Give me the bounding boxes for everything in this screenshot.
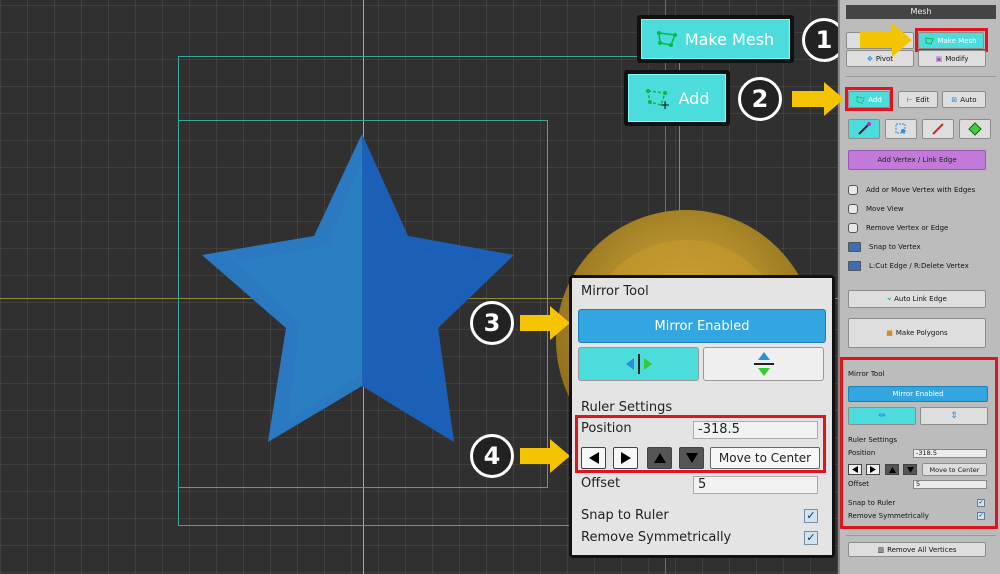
inspector-remove-sym-label: Remove Symmetrically bbox=[848, 512, 929, 520]
trash-icon: ▥ bbox=[877, 545, 885, 554]
add-highlight-box bbox=[845, 87, 893, 111]
mirror-enabled-button[interactable]: Mirror Enabled bbox=[578, 309, 826, 343]
ruler-settings-title: Ruler Settings bbox=[581, 400, 673, 415]
make-polygons-icon: ■ bbox=[886, 329, 893, 337]
inspector-header: Mesh bbox=[846, 5, 996, 19]
vertical-mirror-icon: ⇕ bbox=[950, 411, 958, 421]
triangle-down-icon bbox=[906, 466, 914, 473]
make-mesh-label: Make Mesh bbox=[684, 29, 775, 49]
arrow-step-2 bbox=[792, 82, 844, 116]
inspector-remove-sym-checkbox[interactable]: ✓ bbox=[977, 512, 985, 520]
mouse-right-icon bbox=[848, 223, 858, 233]
step-3-badge: 3 bbox=[470, 301, 514, 345]
inspector-move-down[interactable] bbox=[903, 464, 917, 475]
inspector-offset-field[interactable]: 5 bbox=[913, 480, 987, 489]
step-4-badge: 4 bbox=[470, 434, 514, 478]
make-mesh-callout: Make Mesh bbox=[637, 15, 794, 63]
hint-snap: Snap to Vertex bbox=[848, 242, 921, 252]
add-vertex-link-edge-button[interactable]: Add Vertex / Link Edge bbox=[848, 150, 986, 170]
vertical-mirror-icon bbox=[753, 352, 774, 376]
remove-symmetrically-checkbox[interactable]: ✓ bbox=[804, 531, 818, 545]
remove-all-vertices-button[interactable]: ▥ Remove All Vertices bbox=[848, 542, 986, 557]
mouse-middle-icon bbox=[848, 204, 858, 214]
mirror-tool-zoomed-panel: Mirror Tool Mirror Enabled Ruler Setting… bbox=[569, 275, 835, 558]
snap-to-ruler-label: Snap to Ruler bbox=[581, 508, 669, 523]
select-icon bbox=[895, 123, 906, 134]
tool-select-button[interactable] bbox=[885, 119, 917, 139]
inspector-offset-label: Offset bbox=[848, 480, 870, 488]
inspector-snap-label: Snap to Ruler bbox=[848, 499, 896, 507]
mirror-axis-x-button[interactable] bbox=[578, 347, 699, 381]
inspector-mirror-title: Mirror Tool bbox=[848, 370, 885, 378]
add-label: Add bbox=[678, 88, 710, 108]
inspector-mirror-axis-x[interactable]: ⇹ bbox=[848, 407, 916, 425]
hint-move-view: Move View bbox=[848, 204, 904, 214]
mirror-tool-title: Mirror Tool bbox=[581, 284, 649, 299]
step-1-badge: 1 bbox=[802, 18, 838, 62]
ruler-highlight-box bbox=[575, 415, 826, 473]
inspector-move-up[interactable] bbox=[885, 464, 899, 475]
triangle-left-icon bbox=[852, 466, 858, 473]
horizontal-mirror-icon: ⇹ bbox=[878, 411, 886, 421]
offset-field[interactable]: 5 bbox=[693, 476, 818, 494]
snap-to-ruler-checkbox[interactable]: ✓ bbox=[804, 509, 818, 523]
remove-symmetrically-label: Remove Symmetrically bbox=[581, 530, 732, 545]
tool-cut-edge-button[interactable] bbox=[922, 119, 954, 139]
mouse-left-icon bbox=[848, 185, 858, 195]
cut-edge-icon bbox=[932, 123, 944, 135]
inspector-move-to-center[interactable]: Move to Center bbox=[922, 463, 987, 476]
make-mesh-button-zoomed[interactable]: Make Mesh bbox=[641, 19, 790, 59]
mesh-icon bbox=[656, 31, 677, 47]
edit-button[interactable]: ⊢ Edit bbox=[898, 91, 938, 108]
hint-add-move: Add or Move Vertex with Edges bbox=[848, 185, 975, 195]
inspector-position-field[interactable]: -318.5 bbox=[913, 449, 987, 458]
auto-button[interactable]: ⊠ Auto bbox=[942, 91, 986, 108]
polygon-icon bbox=[968, 122, 982, 136]
arrow-step-3 bbox=[520, 306, 570, 340]
auto-link-edge-button[interactable]: ⌖ Auto Link Edge bbox=[848, 290, 986, 308]
hint-remove: Remove Vertex or Edge bbox=[848, 223, 948, 233]
arrow-step-1 bbox=[860, 23, 912, 57]
link-edge-icon bbox=[858, 122, 871, 135]
shift-key-icon bbox=[848, 261, 861, 271]
inspector-ruler-settings-title: Ruler Settings bbox=[848, 436, 898, 444]
auto-icon: ⊠ bbox=[951, 95, 958, 104]
tool-polygon-button[interactable] bbox=[959, 119, 991, 139]
star-sprite bbox=[202, 134, 514, 442]
mesh-inspector-panel: Mesh ◆ Make Mesh ✥Pivot ▣Modify Add ⊢Edi… bbox=[838, 0, 1000, 574]
inspector-position-label: Position bbox=[848, 449, 876, 457]
make-polygons-button[interactable]: ■ Make Polygons bbox=[848, 318, 986, 348]
inspector-snap-checkbox[interactable]: ✓ bbox=[977, 499, 985, 507]
modify-icon: ▣ bbox=[935, 54, 943, 63]
inspector-divider-bottom bbox=[846, 535, 996, 536]
inspector-mirror-axis-y[interactable]: ⇕ bbox=[920, 407, 988, 425]
triangle-right-icon bbox=[870, 466, 876, 473]
make-mesh-highlight-box bbox=[915, 28, 988, 52]
inspector-mirror-enabled-button[interactable]: Mirror Enabled bbox=[848, 386, 988, 402]
mesh-editor-viewport[interactable]: Make Mesh 1 + Add 2 3 4 Mirror Tool Mirr… bbox=[0, 0, 838, 574]
tool-add-vertex-button[interactable] bbox=[848, 119, 880, 139]
triangle-up-icon bbox=[888, 466, 896, 473]
offset-label: Offset bbox=[581, 476, 621, 491]
svg-text:+: + bbox=[660, 98, 670, 109]
modify-button[interactable]: ▣ Modify bbox=[918, 50, 986, 67]
add-button-zoomed[interactable]: + Add bbox=[628, 74, 726, 122]
step-2-badge: 2 bbox=[738, 77, 782, 121]
horizontal-mirror-icon bbox=[625, 354, 652, 374]
edit-icon: ⊢ bbox=[906, 95, 913, 104]
inspector-move-left[interactable] bbox=[848, 464, 862, 475]
ctrl-key-icon bbox=[848, 242, 861, 252]
inspector-divider bbox=[846, 76, 996, 77]
add-callout: + Add bbox=[624, 70, 730, 126]
hint-cut-delete: L:Cut Edge / R:Delete Vertex bbox=[848, 261, 969, 271]
add-vertex-icon: + bbox=[645, 89, 670, 109]
arrow-step-4 bbox=[520, 439, 570, 473]
inspector-move-right[interactable] bbox=[866, 464, 880, 475]
auto-link-icon: ⌖ bbox=[887, 294, 892, 303]
mirror-axis-y-button[interactable] bbox=[703, 347, 824, 381]
